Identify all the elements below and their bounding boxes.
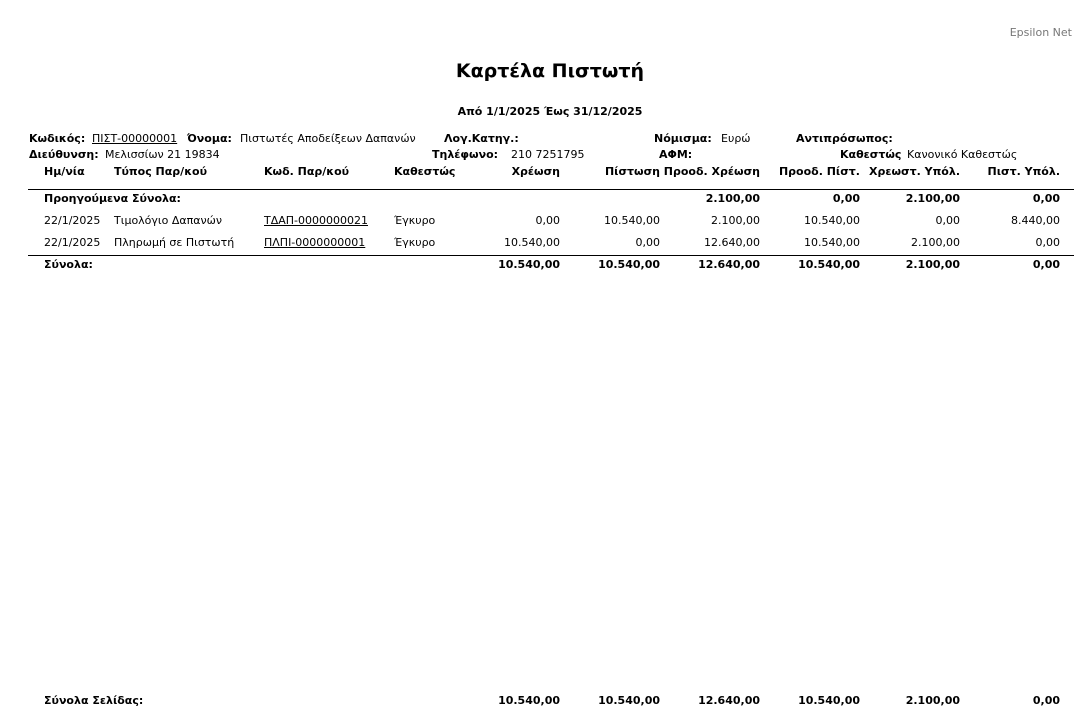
row-2-debit-bal: 2.100,00	[911, 236, 960, 249]
page-totals-credit: 10.540,00	[598, 694, 660, 707]
totals-credit: 10.540,00	[598, 258, 660, 271]
status-label: Καθεστώς	[840, 148, 902, 161]
row-1-code-link[interactable]: ΤΔΑΠ-0000000021	[264, 214, 368, 227]
col-header-credit-bal: Πιστ. Υπόλ.	[987, 165, 1060, 178]
previous-credit-bal: 0,00	[1032, 192, 1060, 205]
address-label: Διεύθυνση:	[29, 148, 99, 161]
previous-prog-credit: 0,00	[832, 192, 860, 205]
previous-prog-debit: 2.100,00	[705, 192, 760, 205]
row-1-debit-bal: 0,00	[935, 214, 961, 227]
logcat-label: Λογ.Κατηγ.:	[444, 132, 519, 145]
col-header-type: Τύπος Παρ/κού	[114, 165, 207, 178]
row-2-credit-bal: 0,00	[1035, 236, 1061, 249]
row-2-credit: 0,00	[635, 236, 661, 249]
previous-totals-label: Προηγούμενα Σύνολα:	[44, 192, 181, 205]
name-value: Πιστωτές Αποδείξεων Δαπανών	[240, 132, 416, 145]
col-header-debit-bal: Χρεωστ. Υπόλ.	[869, 165, 960, 178]
row-2-date: 22/1/2025	[44, 236, 101, 249]
totals-prog-credit: 10.540,00	[798, 258, 860, 271]
totals-divider	[28, 255, 1074, 256]
page-totals-debit-bal: 2.100,00	[905, 694, 960, 707]
col-header-code: Κωδ. Παρ/κού	[264, 165, 350, 178]
totals-prog-debit: 12.640,00	[698, 258, 760, 271]
page-totals-label: Σύνολα Σελίδας:	[44, 694, 144, 707]
header-divider	[28, 189, 1074, 190]
status-value: Κανονικό Καθεστώς	[907, 148, 1018, 161]
phone-value: 210 7251795	[511, 148, 585, 161]
row-2-debit: 10.540,00	[504, 236, 560, 249]
row-1-status: Έγκυρο	[394, 214, 436, 227]
col-header-credit: Πίστωση	[604, 165, 660, 178]
page-totals-prog-credit: 10.540,00	[798, 694, 860, 707]
row-2-prog-debit: 12.640,00	[704, 236, 760, 249]
address-value: Μελισσίων 21 19834	[105, 148, 220, 161]
col-header-date: Ημ/νία	[44, 165, 85, 178]
name-label: Όνομα:	[187, 132, 232, 145]
row-2-code-link[interactable]: ΠΛΠΙ-0000000001	[264, 236, 365, 249]
row-2-prog-credit: 10.540,00	[804, 236, 860, 249]
col-header-prog-debit: Προοδ. Χρέωση	[663, 165, 760, 178]
row-1-credit-bal: 8.440,00	[1011, 214, 1060, 227]
totals-credit-bal: 0,00	[1032, 258, 1060, 271]
rep-label: Αντιπρόσωπος:	[796, 132, 893, 145]
report-title: Καρτέλα Πιστωτή	[455, 60, 645, 82]
previous-debit-bal: 2.100,00	[905, 192, 960, 205]
row-1-prog-credit: 10.540,00	[804, 214, 860, 227]
col-header-debit: Χρέωση	[511, 165, 560, 178]
code-value-link[interactable]: ΠΙΣΤ-00000001	[92, 132, 177, 145]
code-label: Κωδικός:	[29, 132, 86, 145]
row-1-credit: 10.540,00	[604, 214, 660, 227]
row-1-debit: 0,00	[535, 214, 561, 227]
totals-debit: 10.540,00	[498, 258, 560, 271]
col-header-prog-credit: Προοδ. Πίστ.	[778, 165, 860, 178]
brand-name: Epsilon Net	[1009, 26, 1072, 39]
totals-debit-bal: 2.100,00	[905, 258, 960, 271]
col-header-status: Καθεστώς	[394, 165, 456, 178]
afm-label: ΑΦΜ:	[659, 148, 693, 161]
currency-value: Ευρώ	[721, 132, 751, 145]
row-1-prog-debit: 2.100,00	[711, 214, 760, 227]
page-totals-credit-bal: 0,00	[1032, 694, 1060, 707]
row-1-date: 22/1/2025	[44, 214, 101, 227]
row-2-status: Έγκυρο	[394, 236, 436, 249]
phone-label: Τηλέφωνο:	[432, 148, 499, 161]
currency-label: Νόμισμα:	[654, 132, 712, 145]
totals-label: Σύνολα:	[44, 258, 93, 271]
row-1-type: Τιμολόγιο Δαπανών	[114, 214, 223, 227]
row-2-type: Πληρωμή σε Πιστωτή	[114, 236, 235, 249]
page-totals-debit: 10.540,00	[498, 694, 560, 707]
report-period: Από 1/1/2025 Έως 31/12/2025	[457, 105, 643, 118]
page-totals-prog-debit: 12.640,00	[698, 694, 760, 707]
